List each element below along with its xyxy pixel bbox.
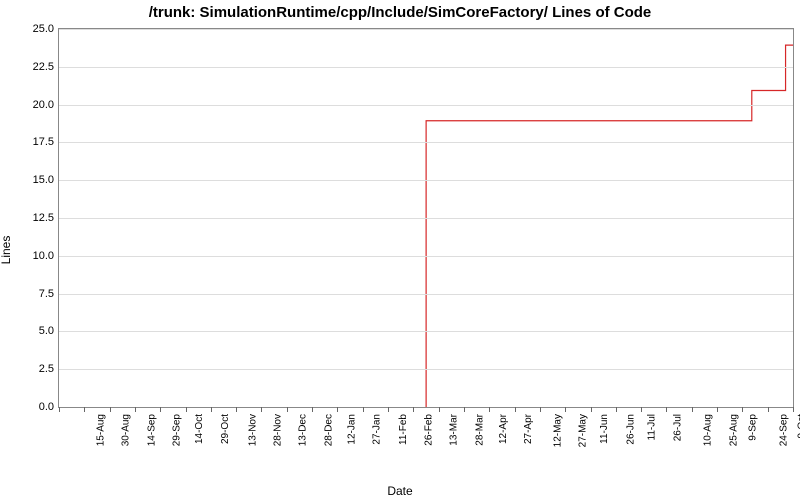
- x-tick-label: 13-Mar: [449, 414, 460, 446]
- x-tick: [110, 407, 111, 412]
- y-gridline: [59, 29, 793, 30]
- x-tick: [489, 407, 490, 412]
- x-tick-label: 27-May: [577, 414, 588, 447]
- x-tick: [135, 407, 136, 412]
- x-tick-label: 25-Aug: [728, 414, 739, 446]
- chart-container: /trunk: SimulationRuntime/cpp/Include/Si…: [0, 0, 800, 500]
- y-tick-label: 2.5: [4, 363, 54, 375]
- x-tick-label: 27-Apr: [523, 414, 534, 444]
- x-tick-label: 28-Nov: [272, 414, 283, 446]
- y-tick-label: 12.5: [4, 212, 54, 224]
- x-tick: [768, 407, 769, 412]
- x-tick: [287, 407, 288, 412]
- x-tick-label: 28-Mar: [474, 414, 485, 446]
- x-tick: [439, 407, 440, 412]
- y-tick-label: 10.0: [4, 250, 54, 262]
- x-tick-label: 12-Jan: [347, 414, 358, 445]
- x-tick-label: 29-Oct: [220, 414, 231, 444]
- x-tick-label: 28-Dec: [323, 414, 334, 446]
- x-tick: [160, 407, 161, 412]
- x-tick: [84, 407, 85, 412]
- x-tick-label: 10-Aug: [703, 414, 714, 446]
- x-tick-label: 13-Nov: [247, 414, 258, 446]
- x-tick-label: 14-Oct: [194, 414, 205, 444]
- x-tick-label: 12-Apr: [498, 414, 509, 444]
- x-tick: [337, 407, 338, 412]
- x-tick: [742, 407, 743, 412]
- x-tick-label: 9-Sep: [748, 414, 759, 441]
- x-tick-label: 11-Feb: [398, 414, 409, 445]
- x-tick-label: 27-Jan: [372, 414, 383, 445]
- x-tick-label: 26-Jun: [625, 414, 636, 445]
- x-tick-label: 9-Oct: [796, 414, 800, 438]
- x-axis-label: Date: [0, 484, 800, 498]
- x-tick: [591, 407, 592, 412]
- x-tick-label: 30-Aug: [121, 414, 132, 446]
- x-tick: [59, 407, 60, 412]
- y-tick-label: 7.5: [4, 288, 54, 300]
- y-gridline: [59, 67, 793, 68]
- plot-area: [58, 28, 794, 408]
- x-tick-label: 26-Jul: [672, 414, 683, 441]
- x-tick-label: 26-Feb: [424, 414, 435, 446]
- x-tick: [540, 407, 541, 412]
- x-tick-label: 12-May: [552, 414, 563, 447]
- chart-title: /trunk: SimulationRuntime/cpp/Include/Si…: [0, 4, 800, 21]
- y-gridline: [59, 294, 793, 295]
- x-tick: [236, 407, 237, 412]
- y-tick-label: 15.0: [4, 174, 54, 186]
- x-tick: [261, 407, 262, 412]
- x-tick: [464, 407, 465, 412]
- x-tick-label: 29-Sep: [171, 414, 182, 446]
- y-gridline: [59, 142, 793, 143]
- y-gridline: [59, 256, 793, 257]
- y-gridline: [59, 369, 793, 370]
- x-tick-label: 13-Dec: [298, 414, 309, 446]
- x-tick: [515, 407, 516, 412]
- x-tick: [186, 407, 187, 412]
- x-tick-label: 14-Sep: [146, 414, 157, 446]
- x-tick: [211, 407, 212, 412]
- y-gridline: [59, 218, 793, 219]
- y-tick-label: 17.5: [4, 136, 54, 148]
- x-tick: [565, 407, 566, 412]
- x-tick: [666, 407, 667, 412]
- y-tick-label: 0.0: [4, 401, 54, 413]
- x-tick: [312, 407, 313, 412]
- x-tick-label: 11-Jul: [646, 414, 657, 441]
- x-tick: [363, 407, 364, 412]
- x-tick: [717, 407, 718, 412]
- x-tick-label: 24-Sep: [779, 414, 790, 446]
- x-tick: [616, 407, 617, 412]
- y-gridline: [59, 331, 793, 332]
- y-tick-label: 5.0: [4, 325, 54, 337]
- y-tick-label: 25.0: [4, 23, 54, 35]
- x-tick: [413, 407, 414, 412]
- y-gridline: [59, 180, 793, 181]
- x-tick-label: 15-Aug: [95, 414, 106, 446]
- y-gridline: [59, 105, 793, 106]
- x-tick: [793, 407, 794, 412]
- x-tick: [692, 407, 693, 412]
- y-tick-label: 20.0: [4, 99, 54, 111]
- x-tick: [641, 407, 642, 412]
- y-tick-label: 22.5: [4, 61, 54, 73]
- x-tick-label: 11-Jun: [599, 414, 610, 444]
- series-line: [60, 45, 794, 408]
- x-tick: [388, 407, 389, 412]
